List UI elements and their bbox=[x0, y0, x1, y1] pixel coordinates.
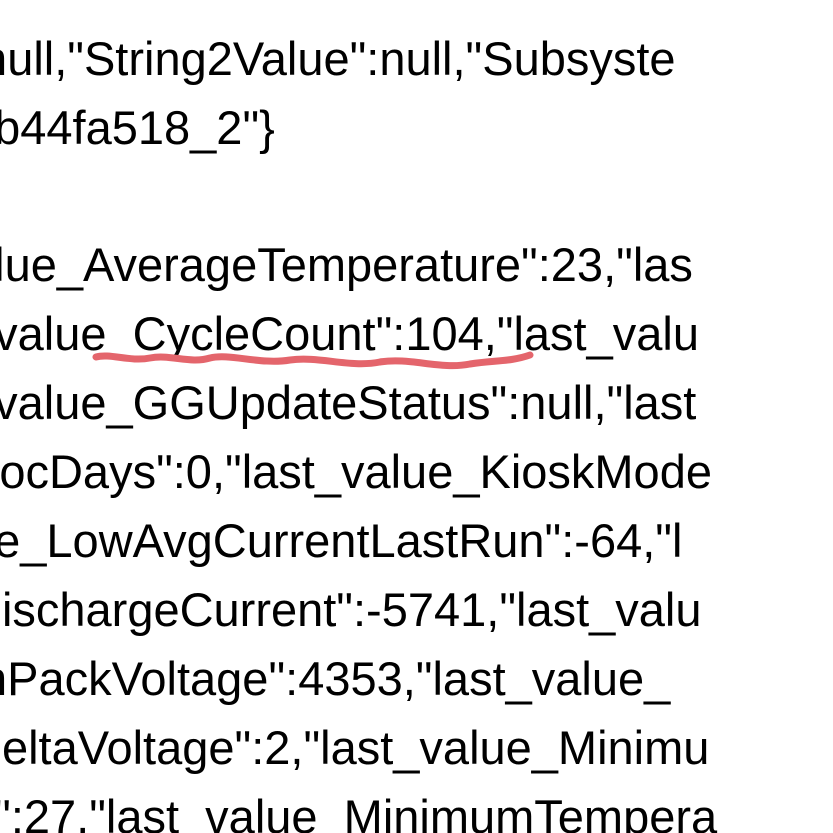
log-line-0: :null,"String2Value":null,"Subsyste bbox=[0, 24, 676, 93]
log-line-4: _value_GGUpdateStatus":null,"last bbox=[0, 368, 696, 437]
log-line-5: SocDays":0,"last_value_KioskMode bbox=[0, 437, 712, 506]
log-line-7: DischargeCurrent":-5741,"last_valu bbox=[0, 575, 702, 644]
log-line-9: DeltaVoltage":2,"last_value_Minimu bbox=[0, 713, 709, 782]
log-line-2: alue_AverageTemperature":23,"las bbox=[0, 230, 693, 299]
log-line-1: ab44fa518_2"} bbox=[0, 93, 275, 162]
log-line-6: ue_LowAvgCurrentLastRun":-64,"l bbox=[0, 506, 682, 575]
log-line-8: mPackVoltage":4353,"last_value_ bbox=[0, 644, 670, 713]
log-line-10: 3":27,"last_value_MinimumTempera bbox=[0, 782, 717, 833]
log-viewport: :null,"String2Value":null,"Subsyste ab44… bbox=[0, 0, 833, 833]
log-line-3: _value_CycleCount":104,"last_valu bbox=[0, 299, 699, 368]
